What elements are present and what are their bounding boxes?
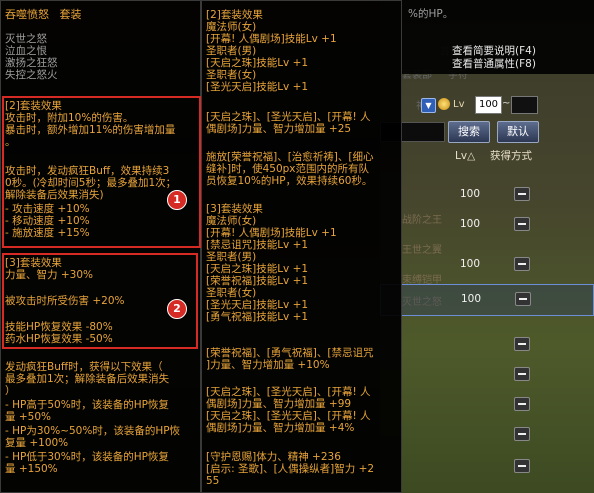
- minus-icon[interactable]: [514, 337, 530, 351]
- set3-extra-line: 最多叠加1次；解除装备后效果消失: [5, 373, 170, 385]
- mid-set2-header: [2]套装效果: [206, 9, 263, 21]
- list-item[interactable]: [380, 390, 594, 420]
- level-range-tilde: ~: [502, 98, 511, 109]
- view-normal-menu-item[interactable]: 查看普通属性(F8): [452, 58, 536, 70]
- set3-extra-line: 复量 +100%: [5, 437, 69, 449]
- mid-line: 圣职者(男): [206, 251, 257, 263]
- row-level: 100: [461, 293, 482, 305]
- mid-line: [荣誉祝福]技能Lv +1: [206, 275, 309, 287]
- mid-line: 圣职者(男): [206, 45, 257, 57]
- minus-icon[interactable]: [514, 459, 530, 473]
- mid-line: 缝补]时，使450px范围内的所有队: [206, 163, 370, 175]
- list-item[interactable]: [380, 452, 594, 482]
- set3-extra-line: ）: [5, 385, 16, 397]
- set3-extra-line: 量 +50%: [5, 411, 51, 423]
- set3-extra-line: 发动疯狂Buff时，获得以下效果（: [5, 361, 163, 373]
- badge-2: 2: [167, 299, 187, 319]
- mid-line: [守护恩赐]体力、精神 +236: [206, 451, 341, 463]
- mid-line: 施放[荣誉祝福]、[治愈祈祷]、[细心: [206, 151, 374, 163]
- row-level: 100: [460, 218, 481, 230]
- top-right-tooltip: %的HP。 查看简要说明(F4) 查看普通属性(F8): [402, 0, 594, 74]
- mid-line: [圣光天启]技能Lv +1: [206, 299, 309, 311]
- mid-line: [荣誉祝福]、[勇气祝福]、[禁忌诅咒: [206, 347, 374, 359]
- mid-line: [开幕! 人偶剧场]技能Lv +1: [206, 33, 337, 45]
- level-icon: [438, 98, 450, 110]
- set-item-2: 泣血之恨: [5, 45, 47, 57]
- mid-line: 偶剧场]力量、智力增加量 +99: [206, 398, 352, 410]
- minus-icon[interactable]: [514, 187, 530, 201]
- mid-line: [天启之珠]、[圣光天启]、[开幕! 人: [206, 410, 371, 422]
- mid-line: 偶剧场]力量、智力增加量 +4%: [206, 422, 355, 434]
- minus-icon[interactable]: [514, 427, 530, 441]
- mid-line: 圣职者(女): [206, 69, 257, 81]
- list-item-selected[interactable]: 100: [380, 284, 594, 316]
- grade-select-dropdown[interactable]: ▼: [421, 98, 436, 113]
- search-button[interactable]: 搜索: [448, 121, 490, 143]
- set3-extra-line: - HP高于50%时，该装备的HP恢复: [5, 399, 169, 411]
- mid-line: 圣职者(女): [206, 287, 257, 299]
- mid-line: [天启之珠]、[圣光天启]、[开幕! 人: [206, 386, 371, 398]
- minus-icon[interactable]: [515, 292, 531, 306]
- mid-line: ]力量、智力增加量 +10%: [206, 359, 330, 371]
- mid-line: 55: [206, 475, 220, 487]
- highlight-box-2: [2, 253, 198, 349]
- lv-label: Lv: [453, 99, 465, 110]
- set-item-3: 激扬之狂怒: [5, 57, 58, 69]
- badge-1: 1: [167, 190, 187, 210]
- mid-line: [开幕! 人偶剧场]技能Lv +1: [206, 227, 337, 239]
- view-brief-menu-item[interactable]: 查看简要说明(F4): [452, 45, 536, 57]
- minus-icon[interactable]: [514, 367, 530, 381]
- list-item[interactable]: 100: [380, 210, 594, 240]
- level-max-input[interactable]: [511, 96, 538, 114]
- set-title: 吞噬愤怒 套装: [5, 8, 82, 21]
- list-item[interactable]: 100: [380, 250, 594, 280]
- column-header-acquire[interactable]: 获得方式: [490, 150, 532, 162]
- mid-line: [圣光天启]技能Lv +1: [206, 81, 309, 93]
- minus-icon[interactable]: [514, 257, 530, 271]
- default-button[interactable]: 默认: [497, 121, 539, 143]
- set-item-1: 灭世之怒: [5, 33, 47, 45]
- row-level: 100: [460, 188, 481, 200]
- minus-icon[interactable]: [514, 217, 530, 231]
- list-item[interactable]: [380, 330, 594, 360]
- list-item[interactable]: 100: [380, 180, 594, 210]
- mid-line: [勇气祝福]技能Lv +1: [206, 311, 309, 323]
- mid-line: 魔法师(女): [206, 215, 257, 227]
- hp-text: %的HP。: [408, 8, 454, 20]
- mid-line: [天启之珠]技能Lv +1: [206, 263, 309, 275]
- mid-line: 偶剧场]力量、智力增加量 +25: [206, 123, 352, 135]
- column-header-lv[interactable]: Lv△: [455, 150, 475, 162]
- set-item-4: 失控之怒火: [5, 69, 58, 81]
- mid-line: [启示: 圣歌]、[人偶操纵者]智力 +2: [206, 463, 375, 475]
- list-item[interactable]: [380, 360, 594, 390]
- mid-line: [天启之珠]技能Lv +1: [206, 57, 309, 69]
- highlight-box-1: [2, 96, 201, 248]
- mid-line: [天启之珠]、[圣光天启]、[开幕! 人: [206, 111, 371, 123]
- mid-line: 员恢复10%的HP，效果持续60秒。: [206, 175, 373, 187]
- minus-icon[interactable]: [514, 397, 530, 411]
- set3-extra-line: - HP低于30%时，该装备的HP恢复: [5, 451, 169, 463]
- level-min-input[interactable]: 100: [475, 96, 502, 114]
- mid-class-label: 魔法师(女): [206, 21, 257, 33]
- set3-extra-line: 量 +150%: [5, 463, 58, 475]
- list-item[interactable]: [380, 420, 594, 450]
- row-level: 100: [460, 258, 481, 270]
- mid-line: [禁忌诅咒]技能Lv +1: [206, 239, 309, 251]
- set3-extra-line: - HP为30%~50%时，该装备的HP恢: [5, 425, 181, 437]
- set-effect-tooltip-left: 吞噬愤怒 套装 灭世之怒 泣血之恨 激扬之狂怒 失控之怒火 [2]套装效果 攻击…: [0, 0, 201, 493]
- mid-set3-header: [3]套装效果: [206, 203, 263, 215]
- set-effect-tooltip-middle: [2]套装效果 魔法师(女) [开幕! 人偶剧场]技能Lv +1 圣职者(男) …: [201, 0, 402, 493]
